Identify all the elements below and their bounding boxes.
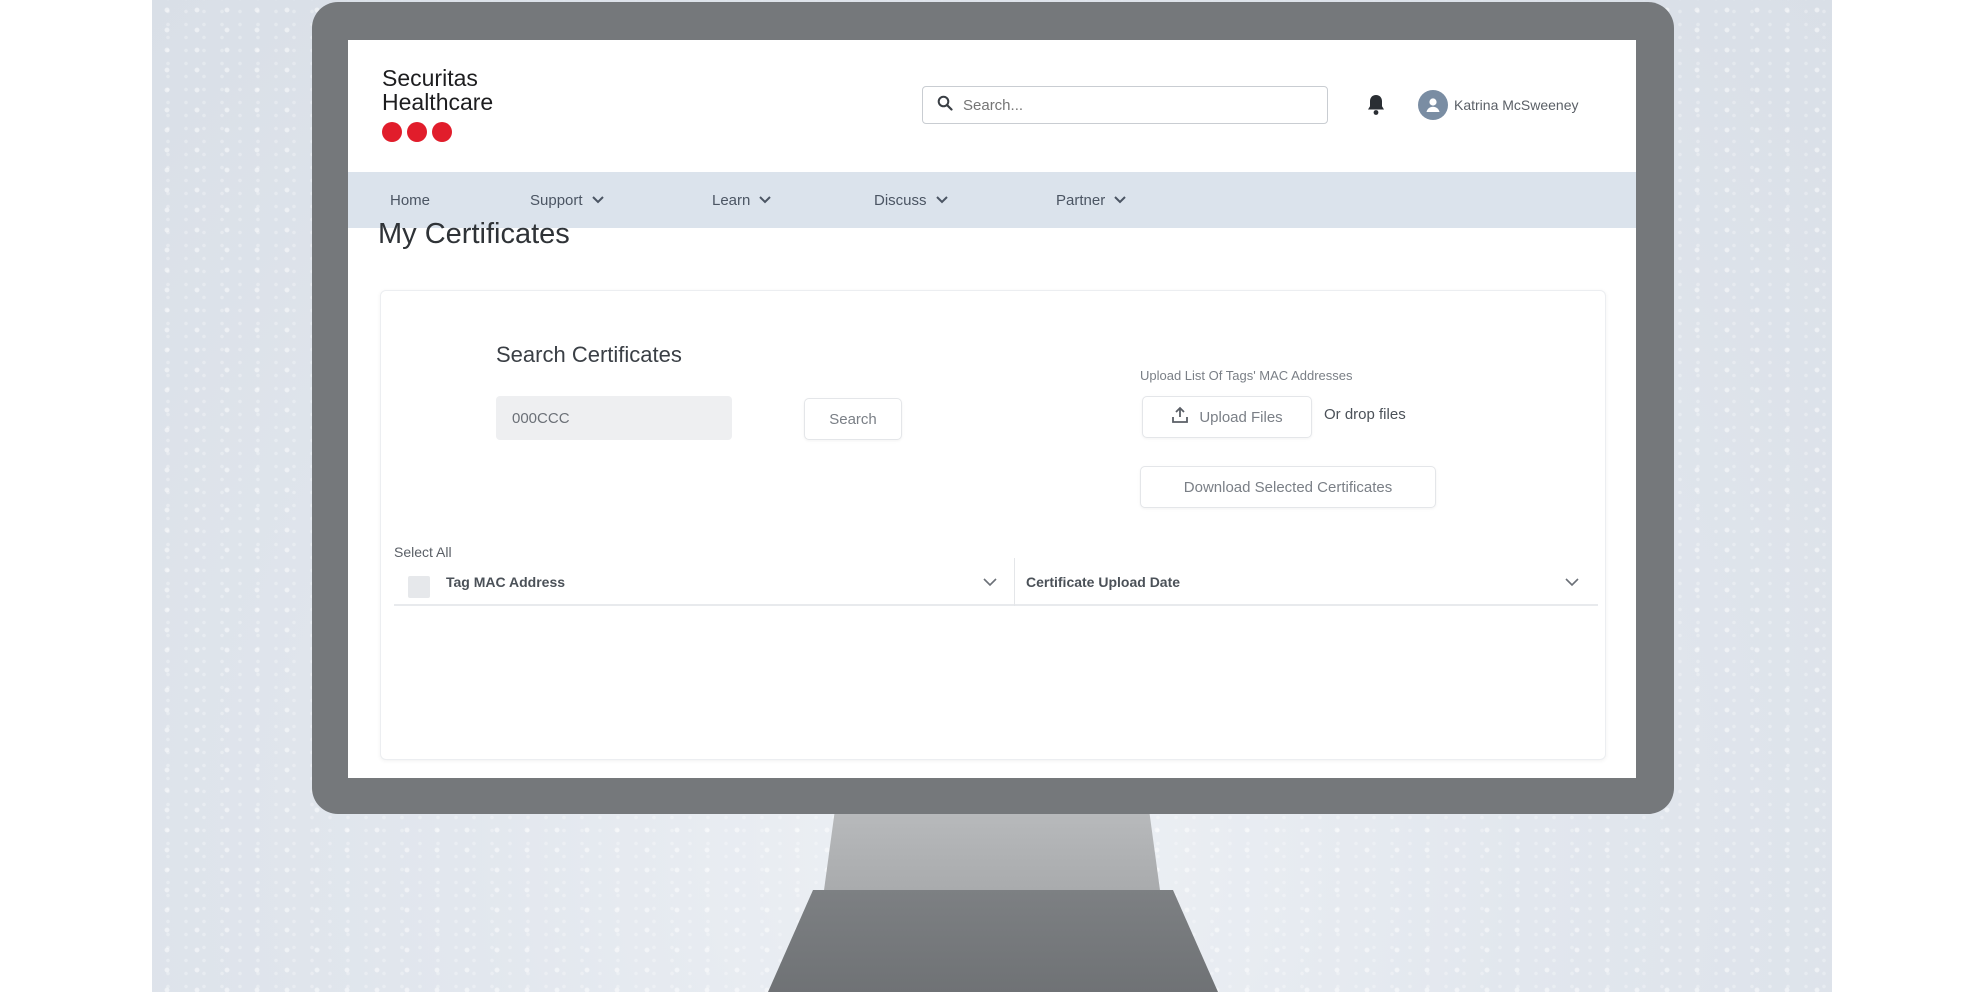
monitor-stand-base — [768, 890, 1218, 992]
nav-item-learn[interactable]: Learn — [712, 172, 772, 228]
download-selected-certificates-button[interactable]: Download Selected Certificates — [1140, 466, 1436, 508]
drop-files-text: Or drop files — [1324, 406, 1406, 423]
monitor-screen: Securitas Healthcare Katrina McSweeney — [348, 40, 1636, 778]
chevron-down-icon[interactable] — [1564, 574, 1580, 592]
nav-item-label: Support — [530, 191, 583, 209]
site-header: Securitas Healthcare Katrina McSweeney — [348, 40, 1636, 172]
brand-dots — [382, 122, 493, 142]
select-all-checkbox[interactable] — [408, 576, 430, 598]
chevron-down-icon — [935, 192, 949, 209]
nav-item-label: Learn — [712, 191, 751, 209]
user-name: Katrina McSweeney — [1454, 97, 1579, 113]
nav-item-discuss[interactable]: Discuss — [874, 172, 949, 228]
user-menu[interactable]: Katrina McSweeney — [1418, 90, 1579, 120]
page-title: My Certificates — [378, 218, 570, 250]
certificate-search-input[interactable] — [496, 396, 732, 440]
chevron-down-icon — [758, 192, 772, 209]
brand-dot — [407, 122, 427, 142]
user-avatar-icon — [1418, 90, 1448, 120]
column-header-certificate-upload-date[interactable]: Certificate Upload Date — [1026, 560, 1180, 604]
column-label: Tag MAC Address — [446, 574, 566, 590]
chevron-down-icon — [1113, 192, 1127, 209]
nav-item-label: Partner — [1056, 191, 1106, 209]
search-certificates-title: Search Certificates — [496, 342, 682, 367]
upload-files-button[interactable]: Upload Files — [1142, 396, 1312, 438]
chevron-down-icon — [591, 192, 605, 209]
brand-dot — [382, 122, 402, 142]
column-label: Certificate Upload Date — [1026, 574, 1181, 590]
nav-item-label: Discuss — [874, 191, 927, 209]
brand-name-line2: Healthcare — [382, 89, 494, 115]
chevron-down-icon[interactable] — [982, 574, 998, 592]
upload-icon — [1171, 406, 1189, 428]
search-button[interactable]: Search — [804, 398, 902, 440]
column-header-tag-mac-address[interactable]: Tag MAC Address — [446, 560, 565, 604]
bell-icon[interactable] — [1362, 90, 1390, 120]
upload-label: Upload List Of Tags' MAC Addresses — [1140, 368, 1353, 383]
brand-logo[interactable]: Securitas Healthcare — [382, 66, 493, 142]
brand-dot — [432, 122, 452, 142]
search-icon — [937, 95, 953, 116]
select-all-label[interactable]: Select All — [394, 544, 452, 560]
column-divider — [1014, 558, 1015, 606]
brand-name-line1: Securitas — [382, 65, 478, 91]
nav-item-label: Home — [390, 191, 431, 209]
nav-item-partner[interactable]: Partner — [1056, 172, 1127, 228]
upload-files-label: Upload Files — [1199, 408, 1283, 426]
global-search[interactable] — [922, 86, 1328, 124]
global-search-input[interactable] — [961, 95, 1295, 115]
